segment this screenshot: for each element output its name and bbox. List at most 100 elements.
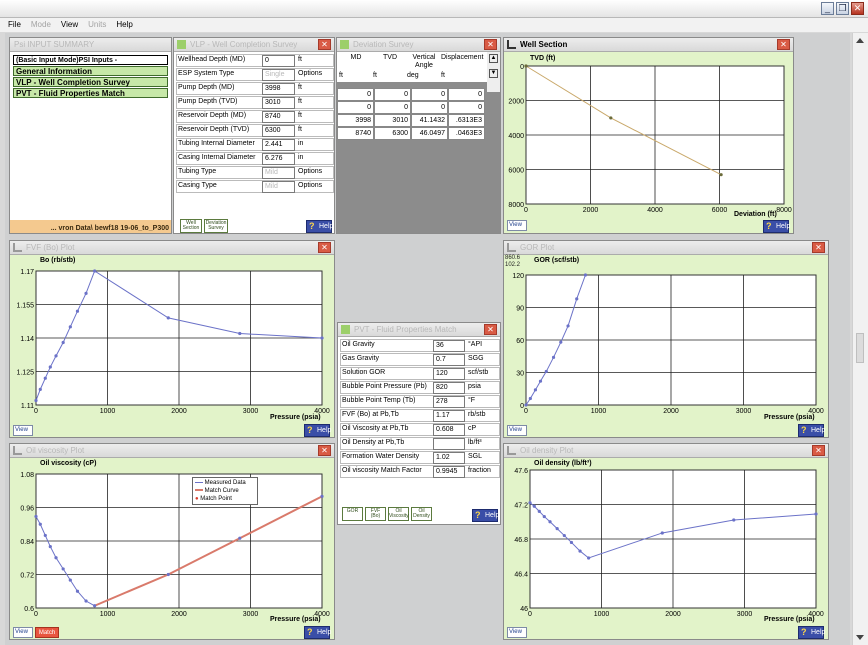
help-button[interactable]: ? Help	[304, 626, 331, 639]
psi-input-summary-panel: Psi INPUT SUMMARY (Basic Input Mode)PSI …	[9, 37, 172, 234]
data-point	[238, 536, 242, 540]
deviation-cell[interactable]: 0	[337, 88, 374, 101]
psi-input-vlp[interactable]: VLP - Well Completion Survey	[13, 77, 168, 87]
view-button[interactable]: View	[507, 220, 527, 231]
deviation-cell[interactable]: 46.0497	[411, 127, 448, 140]
close-icon[interactable]: ✕	[318, 39, 331, 50]
deviation-cell[interactable]: 0	[374, 88, 411, 101]
close-icon[interactable]: ✕	[812, 445, 825, 456]
deviation-survey-button[interactable]: Deviation Survey	[204, 219, 228, 233]
vlp-row-value[interactable]: Single	[262, 69, 295, 81]
help-button[interactable]: ? Help	[472, 509, 499, 522]
menu-mode[interactable]: Mode	[31, 18, 51, 32]
deviation-cell[interactable]: 0	[374, 101, 411, 114]
pvt-row-value[interactable]: 36	[433, 340, 465, 352]
scroll-up-arrow[interactable]: ▲	[489, 54, 498, 63]
view-button[interactable]: View	[507, 627, 527, 638]
vlp-row-value[interactable]: 0	[262, 55, 295, 67]
x-axis-label: Pressure (psia)	[764, 616, 815, 623]
close-icon[interactable]: ✕	[484, 324, 497, 335]
pvt-plot-button-1[interactable]: FVF (Bo)	[365, 507, 386, 521]
scroll-down-arrow[interactable]	[856, 635, 864, 640]
data-point	[555, 527, 559, 531]
pvt-row-value[interactable]: 278	[433, 396, 465, 408]
vlp-row-unit[interactable]: Options	[298, 70, 322, 77]
vlp-row-unit: ft	[298, 56, 302, 63]
deviation-cell[interactable]: 3998	[337, 114, 374, 127]
deviation-cell[interactable]: 8740	[337, 127, 374, 140]
pvt-row-value[interactable]: 120	[433, 368, 465, 380]
view-button[interactable]: View	[13, 627, 33, 638]
psi-input-pvt[interactable]: PVT - Fluid Properties Match	[13, 88, 168, 98]
deviation-cell[interactable]: .0463E3	[448, 127, 485, 140]
vlp-row-value[interactable]: 8740	[262, 111, 295, 123]
help-button[interactable]: ? Help	[763, 220, 790, 233]
pvt-plot-button-2[interactable]: Oil Viscosity	[388, 507, 409, 521]
pvt-plot-button-3[interactable]: Oil Density	[411, 507, 432, 521]
scroll-down-arrow[interactable]: ▼	[489, 69, 498, 78]
y-axis-label: TVD (ft)	[530, 55, 556, 62]
vlp-row-value[interactable]: Mild	[262, 181, 295, 193]
deviation-cell[interactable]: 0	[411, 88, 448, 101]
close-icon[interactable]: ✕	[777, 39, 790, 50]
close-icon[interactable]: ✕	[318, 242, 331, 253]
menu-units[interactable]: Units	[88, 18, 106, 32]
vlp-row-value[interactable]: 3010	[262, 97, 295, 109]
deviation-cell[interactable]: 0	[448, 101, 485, 114]
data-point	[528, 501, 532, 505]
pvt-row-value[interactable]: 820	[433, 382, 465, 394]
close-icon[interactable]: ✕	[484, 39, 497, 50]
help-button[interactable]: ? Help	[798, 626, 825, 639]
vlp-row-unit[interactable]: Options	[298, 168, 322, 175]
deviation-cell[interactable]: 41.1432	[411, 114, 448, 127]
pvt-row-value[interactable]	[433, 438, 465, 450]
deviation-scrollbar[interactable]: ▲ ▼	[487, 52, 500, 92]
view-button[interactable]: View	[13, 425, 33, 436]
minimize-button[interactable]: _	[821, 2, 834, 15]
vlp-row-unit[interactable]: Options	[298, 182, 322, 189]
deviation-cell[interactable]: 0	[448, 88, 485, 101]
close-button[interactable]: ✕	[851, 2, 864, 15]
vertical-scrollbar[interactable]	[852, 33, 868, 645]
pvt-row-value[interactable]: 0.7	[433, 354, 465, 366]
deviation-header: MD ft TVD ft Vertical Angle deg Displacement ft	[337, 52, 487, 82]
deviation-cell[interactable]: .6313E3	[448, 114, 485, 127]
data-point	[609, 116, 613, 120]
deviation-title-text: Deviation Survey	[353, 40, 414, 49]
vlp-row-value[interactable]: 6300	[262, 125, 295, 137]
menu-help[interactable]: Help	[116, 18, 132, 32]
data-point	[528, 396, 532, 401]
deviation-cell[interactable]: 6300	[374, 127, 411, 140]
view-button[interactable]: View	[507, 425, 527, 436]
deviation-cell[interactable]: 3010	[374, 114, 411, 127]
pvt-plot-button-0[interactable]: GOR	[342, 507, 363, 521]
vlp-row-value[interactable]: Mild	[262, 167, 295, 179]
help-button[interactable]: ? Help	[304, 424, 331, 437]
pvt-row-value[interactable]: 1.02	[433, 452, 465, 464]
vlp-row-value[interactable]: 6.276	[262, 153, 295, 165]
well-section-button[interactable]: Well Section	[180, 219, 202, 233]
pvt-row-value[interactable]: 0.9945	[433, 466, 465, 478]
vlp-row-value[interactable]: 2.441	[262, 139, 295, 151]
scroll-up-arrow[interactable]	[856, 38, 864, 43]
table-icon	[340, 40, 349, 49]
x-tick-label: 0	[524, 207, 528, 214]
scroll-thumb[interactable]	[856, 333, 864, 363]
restore-button[interactable]: ❒	[836, 2, 849, 15]
pvt-row-value[interactable]: 1.17	[433, 410, 465, 422]
help-button[interactable]: ? Help	[798, 424, 825, 437]
close-icon[interactable]: ✕	[318, 445, 331, 456]
vlp-row: Pump Depth (TVD) 3010 ft	[176, 96, 334, 109]
match-button[interactable]: Match	[35, 627, 59, 638]
vlp-row: Pump Depth (MD) 3998 ft	[176, 82, 334, 95]
deviation-cell[interactable]: 0	[337, 101, 374, 114]
menu-file[interactable]: File	[8, 18, 21, 32]
help-button[interactable]: ? Help	[306, 220, 333, 233]
deviation-cell[interactable]: 0	[411, 101, 448, 114]
close-icon[interactable]: ✕	[812, 242, 825, 253]
menu-view[interactable]: View	[61, 18, 78, 32]
vlp-row-value[interactable]: 3998	[262, 83, 295, 95]
psi-input-general-information[interactable]: General Information	[13, 66, 168, 76]
vlp-row-label: Pump Depth (MD)	[178, 84, 235, 91]
pvt-row-value[interactable]: 0.608	[433, 424, 465, 436]
